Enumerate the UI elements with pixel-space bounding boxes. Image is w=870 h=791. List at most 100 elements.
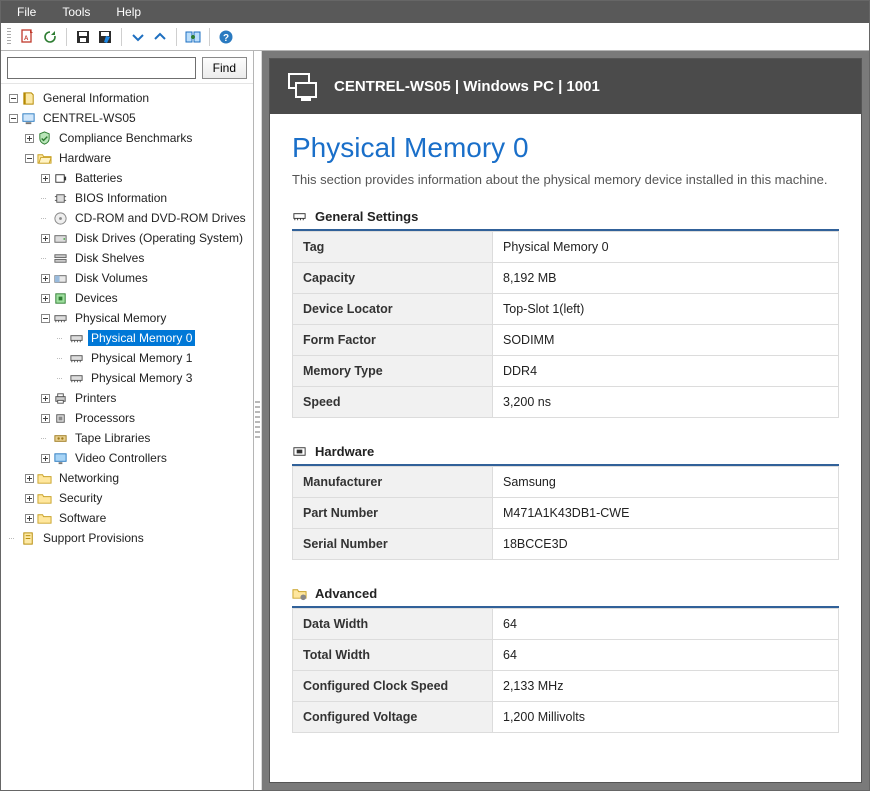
tree-node-security[interactable]: Security bbox=[3, 488, 251, 508]
expand-plus-icon[interactable] bbox=[23, 472, 35, 484]
tree-node-diskdrives[interactable]: Disk Drives (Operating System) bbox=[3, 228, 251, 248]
tree-node-bios[interactable]: BIOS Information bbox=[3, 188, 251, 208]
tree-node-batteries[interactable]: Batteries bbox=[3, 168, 251, 188]
table-row: Total Width64 bbox=[293, 640, 839, 671]
tree-node-processors[interactable]: Processors bbox=[3, 408, 251, 428]
memory-icon bbox=[68, 330, 84, 346]
tree-node-diskshelves[interactable]: Disk Shelves bbox=[3, 248, 251, 268]
export-pdf-icon[interactable]: A bbox=[20, 29, 36, 45]
tree-node-support-provisions[interactable]: Support Provisions bbox=[3, 528, 251, 548]
disc-icon bbox=[52, 210, 68, 226]
tree-node-diskvolumes[interactable]: Disk Volumes bbox=[3, 268, 251, 288]
tree-node-devices[interactable]: Devices bbox=[3, 288, 251, 308]
app-window: File Tools Help A ? Find bbox=[0, 0, 870, 791]
section-header: General Settings bbox=[292, 209, 839, 231]
tree-dots-icon bbox=[7, 532, 19, 544]
table-row: Memory TypeDDR4 bbox=[293, 356, 839, 387]
section-advanced: Advanced Data Width64Total Width64Config… bbox=[292, 586, 839, 733]
expand-plus-icon[interactable] bbox=[39, 172, 51, 184]
tree-node-tape-libraries[interactable]: Tape Libraries bbox=[3, 428, 251, 448]
tree-node-physical-memory-0[interactable]: Physical Memory 0 bbox=[3, 328, 251, 348]
tree-node-software[interactable]: Software bbox=[3, 508, 251, 528]
compare-icon[interactable] bbox=[185, 29, 201, 45]
book-icon bbox=[20, 90, 36, 106]
property-value: Top-Slot 1(left) bbox=[493, 294, 839, 325]
tree-label: Disk Drives (Operating System) bbox=[72, 230, 246, 246]
memory-icon bbox=[68, 370, 84, 386]
tree-node-physical-memory-1[interactable]: Physical Memory 1 bbox=[3, 348, 251, 368]
menu-help[interactable]: Help bbox=[106, 2, 157, 22]
save-icon[interactable] bbox=[75, 29, 91, 45]
expand-plus-icon[interactable] bbox=[39, 272, 51, 284]
expand-plus-icon[interactable] bbox=[39, 232, 51, 244]
detail-content: Physical Memory 0 This section provides … bbox=[270, 114, 861, 782]
search-input[interactable] bbox=[7, 57, 196, 79]
table-row: Data Width64 bbox=[293, 609, 839, 640]
refresh-icon[interactable] bbox=[42, 29, 58, 45]
nav-tree[interactable]: General Information CENTREL-WS05 Complia… bbox=[1, 84, 253, 790]
computer-icon bbox=[284, 69, 320, 105]
tree-label: Disk Shelves bbox=[72, 250, 147, 266]
property-value: DDR4 bbox=[493, 356, 839, 387]
device-icon bbox=[52, 290, 68, 306]
collapse-minus-icon[interactable] bbox=[7, 112, 19, 124]
tree-node-cdrom[interactable]: CD-ROM and DVD-ROM Drives bbox=[3, 208, 251, 228]
printer-icon bbox=[52, 390, 68, 406]
menu-file[interactable]: File bbox=[7, 2, 52, 22]
tape-icon bbox=[52, 430, 68, 446]
edit-icon[interactable] bbox=[97, 29, 113, 45]
property-key: Form Factor bbox=[293, 325, 493, 356]
section-header: Advanced bbox=[292, 586, 839, 608]
expand-plus-icon[interactable] bbox=[23, 492, 35, 504]
property-value: 2,133 MHz bbox=[493, 671, 839, 702]
menu-tools[interactable]: Tools bbox=[52, 2, 106, 22]
tree-node-general-information[interactable]: General Information bbox=[3, 88, 251, 108]
document-icon bbox=[20, 530, 36, 546]
tree-node-printers[interactable]: Printers bbox=[3, 388, 251, 408]
tree-label: Physical Memory 1 bbox=[88, 350, 195, 366]
hdd-icon bbox=[52, 230, 68, 246]
volume-icon bbox=[52, 270, 68, 286]
memory-icon bbox=[292, 209, 307, 224]
folder-icon bbox=[36, 470, 52, 486]
section-general-settings: General Settings TagPhysical Memory 0Cap… bbox=[292, 209, 839, 418]
collapse-icon[interactable] bbox=[152, 29, 168, 45]
table-row: Device LocatorTop-Slot 1(left) bbox=[293, 294, 839, 325]
tree-label: Printers bbox=[72, 390, 119, 406]
expand-plus-icon[interactable] bbox=[39, 292, 51, 304]
property-key: Capacity bbox=[293, 263, 493, 294]
property-value: M471A1K43DB1-CWE bbox=[493, 498, 839, 529]
toolbar: A ? bbox=[1, 23, 869, 51]
collapse-minus-icon[interactable] bbox=[39, 312, 51, 324]
computer-icon bbox=[20, 110, 36, 126]
expand-plus-icon[interactable] bbox=[39, 452, 51, 464]
expand-icon[interactable] bbox=[130, 29, 146, 45]
help-icon[interactable]: ? bbox=[218, 29, 234, 45]
tree-node-host[interactable]: CENTREL-WS05 bbox=[3, 108, 251, 128]
tree-node-compliance[interactable]: Compliance Benchmarks bbox=[3, 128, 251, 148]
tree-node-physical-memory[interactable]: Physical Memory bbox=[3, 308, 251, 328]
section-title: Advanced bbox=[315, 586, 377, 601]
tree-dots-icon bbox=[39, 192, 51, 204]
property-value: SODIMM bbox=[493, 325, 839, 356]
collapse-minus-icon[interactable] bbox=[7, 92, 19, 104]
tree-node-hardware[interactable]: Hardware bbox=[3, 148, 251, 168]
tree-dots-icon bbox=[55, 372, 67, 384]
tree-node-physical-memory-3[interactable]: Physical Memory 3 bbox=[3, 368, 251, 388]
toolbar-separator bbox=[121, 28, 122, 46]
splitter[interactable] bbox=[254, 51, 262, 790]
expand-plus-icon[interactable] bbox=[23, 132, 35, 144]
detail-header-title: CENTREL-WS05 | Windows PC | 1001 bbox=[334, 78, 600, 95]
tree-node-video-controllers[interactable]: Video Controllers bbox=[3, 448, 251, 468]
expand-plus-icon[interactable] bbox=[23, 512, 35, 524]
table-row: ManufacturerSamsung bbox=[293, 467, 839, 498]
property-key: Part Number bbox=[293, 498, 493, 529]
expand-plus-icon[interactable] bbox=[39, 412, 51, 424]
find-button[interactable]: Find bbox=[202, 57, 247, 79]
tree-label: Physical Memory bbox=[72, 310, 169, 326]
collapse-minus-icon[interactable] bbox=[23, 152, 35, 164]
toolbar-separator bbox=[176, 28, 177, 46]
expand-plus-icon[interactable] bbox=[39, 392, 51, 404]
tree-node-networking[interactable]: Networking bbox=[3, 468, 251, 488]
tree-label: Software bbox=[56, 510, 109, 526]
